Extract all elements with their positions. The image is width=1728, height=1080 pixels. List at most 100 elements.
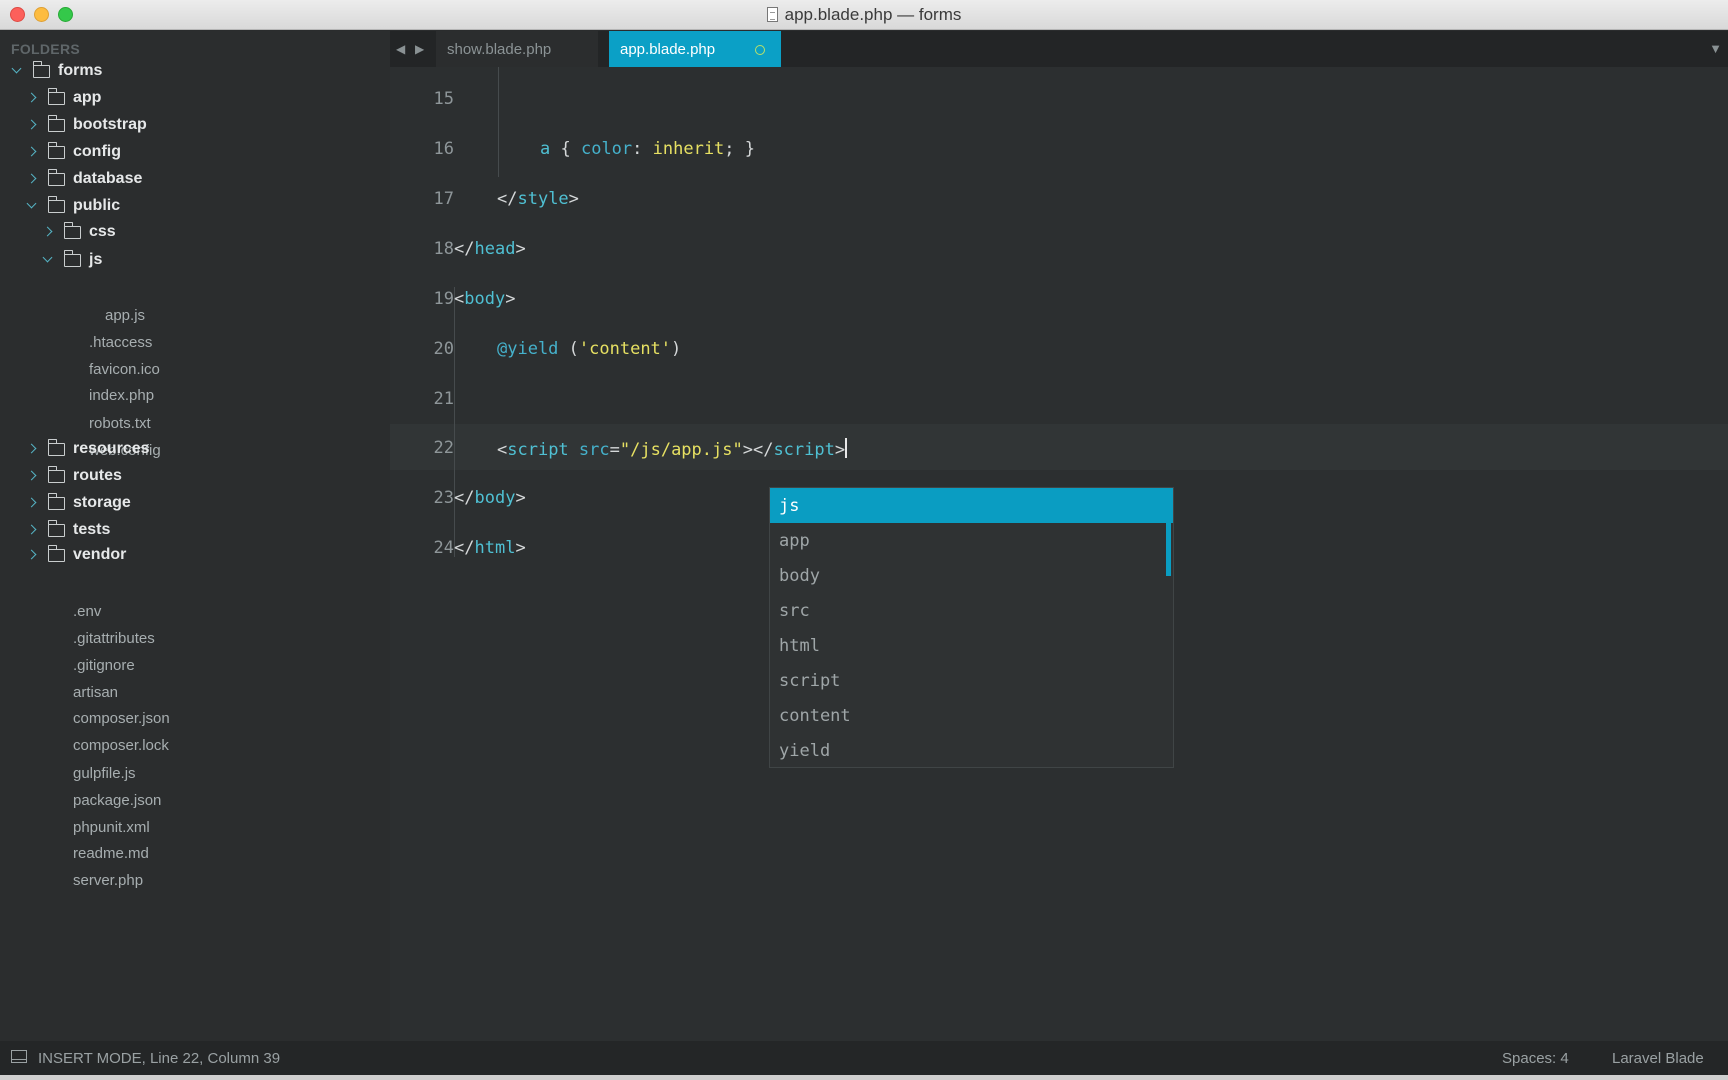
autocomplete-scrollbar[interactable] [1166, 488, 1171, 576]
code-punct: { [550, 139, 581, 159]
tree-file-index-php[interactable]: index.php [89, 387, 154, 404]
tree-folder-forms[interactable]: forms [0, 58, 390, 84]
tree-folder-tests[interactable]: tests [0, 517, 390, 543]
tree-file-package-json[interactable]: package.json [73, 792, 161, 809]
folder-icon [47, 438, 65, 456]
tree-file-composer-json[interactable]: composer.json [73, 710, 170, 727]
indent-guide [498, 67, 499, 177]
code-punct: > [515, 488, 526, 508]
tree-file-gitignore[interactable]: .gitignore [73, 657, 135, 674]
line-number: 19 [433, 289, 454, 309]
tab-app-blade[interactable]: app.blade.php [609, 31, 781, 67]
tree-file-readme[interactable]: readme.md [73, 845, 149, 862]
autocomplete-item[interactable]: js [770, 488, 1173, 523]
code-punct: < [454, 289, 465, 309]
code-line-24: </html> [454, 538, 526, 558]
autocomplete-item[interactable]: src [770, 593, 1173, 628]
status-indentation[interactable]: Spaces: 4 [1502, 1050, 1569, 1067]
tree-file-htaccess[interactable]: .htaccess [89, 334, 152, 351]
chevron-down-icon[interactable] [26, 200, 38, 212]
code-punct: </ [454, 239, 475, 259]
tree-folder-css[interactable]: css [0, 219, 390, 245]
chevron-down-icon[interactable] [11, 65, 23, 77]
code-string: "/js/app.js" [619, 440, 743, 460]
tree-file-favicon[interactable]: favicon.ico [89, 361, 160, 378]
status-bar: INSERT MODE, Line 22, Column 39 Spaces: … [0, 1041, 1728, 1075]
folders-header: FOLDERS [11, 41, 80, 57]
css-property: color [580, 139, 633, 159]
autocomplete-item[interactable]: body [770, 558, 1173, 593]
tree-folder-js[interactable]: js [0, 247, 390, 273]
tree-file-gitattributes[interactable]: .gitattributes [73, 630, 155, 647]
autocomplete-item[interactable]: content [770, 698, 1173, 733]
tab-prev-button[interactable]: ◀ [396, 42, 405, 56]
tree-file-phpunit[interactable]: phpunit.xml [73, 819, 150, 836]
chevron-right-icon[interactable] [26, 549, 38, 561]
window-title: app.blade.php — forms [766, 5, 961, 25]
chevron-right-icon[interactable] [26, 173, 38, 185]
tab-show-blade[interactable]: show.blade.php [436, 31, 598, 67]
tree-folder-vendor[interactable]: vendor [0, 542, 390, 568]
tree-file-app-js[interactable]: app.js [105, 307, 145, 324]
autocomplete-item[interactable]: yield [770, 733, 1173, 768]
tree-file-composer-lock[interactable]: composer.lock [73, 737, 169, 754]
code-punct: </ [497, 189, 518, 209]
tab-dropdown-button[interactable]: ▼ [1709, 41, 1722, 56]
folder-icon [32, 60, 50, 78]
chevron-right-icon[interactable] [26, 146, 38, 158]
tree-file-env[interactable]: .env [73, 603, 101, 620]
autocomplete-item[interactable]: script [770, 663, 1173, 698]
chevron-right-icon[interactable] [26, 443, 38, 455]
tree-folder-public[interactable]: public [0, 193, 390, 219]
folder-icon [47, 114, 65, 132]
chevron-right-icon[interactable] [26, 497, 38, 509]
title-bar: app.blade.php — forms [0, 0, 1728, 30]
code-punct: > [515, 239, 526, 259]
tree-folder-routes[interactable]: routes [0, 463, 390, 489]
chevron-right-icon[interactable] [26, 119, 38, 131]
tab-next-button[interactable]: ▶ [415, 42, 424, 56]
tree-folder-database[interactable]: database [0, 166, 390, 192]
chevron-right-icon[interactable] [26, 92, 38, 104]
panel-toggle-icon[interactable] [11, 1050, 27, 1063]
tree-folder-config[interactable]: config [0, 139, 390, 165]
tree-file-server-php[interactable]: server.php [73, 872, 143, 889]
status-syntax[interactable]: Laravel Blade [1612, 1050, 1704, 1067]
code-punct: </ [454, 538, 475, 558]
tree-file-robots[interactable]: robots.txt [89, 415, 151, 432]
chevron-right-icon[interactable] [42, 226, 54, 238]
tree-folder-storage[interactable]: storage [0, 490, 390, 516]
tree-label: config [73, 143, 121, 160]
zoom-window-button[interactable] [58, 7, 73, 22]
folder-icon [47, 141, 65, 159]
unsaved-indicator-icon[interactable] [755, 45, 765, 55]
close-window-button[interactable] [10, 7, 25, 22]
code-punct: > [568, 189, 579, 209]
tree-folder-app[interactable]: app [0, 85, 390, 111]
tab-label: app.blade.php [620, 40, 716, 58]
text-cursor [845, 438, 847, 458]
folder-icon [63, 249, 81, 267]
chevron-right-icon[interactable] [26, 470, 38, 482]
line-number: 23 [433, 488, 454, 508]
autocomplete-item[interactable]: html [770, 628, 1173, 663]
code-punct: > [505, 289, 516, 309]
tree-folder-bootstrap[interactable]: bootstrap [0, 112, 390, 138]
sidebar: FOLDERS forms app bootstrap config datab… [0, 31, 390, 1041]
tree-file-gulpfile[interactable]: gulpfile.js [73, 765, 136, 782]
autocomplete-item[interactable]: app [770, 523, 1173, 558]
chevron-down-icon[interactable] [42, 254, 54, 266]
document-icon [766, 7, 778, 22]
tab-bar: ◀ ▶ show.blade.php app.blade.php ▼ [390, 31, 1728, 67]
folder-icon [47, 465, 65, 483]
folder-icon [47, 87, 65, 105]
minimize-window-button[interactable] [34, 7, 49, 22]
chevron-right-icon[interactable] [26, 524, 38, 536]
line-number: 20 [433, 339, 454, 359]
tree-folder-resources[interactable]: resources [0, 436, 390, 462]
code-line-23: </body> [454, 488, 526, 508]
status-mode: INSERT MODE, Line 22, Column 39 [38, 1050, 281, 1067]
tab-label: show.blade.php [447, 40, 552, 58]
tree-file-artisan[interactable]: artisan [73, 684, 118, 701]
